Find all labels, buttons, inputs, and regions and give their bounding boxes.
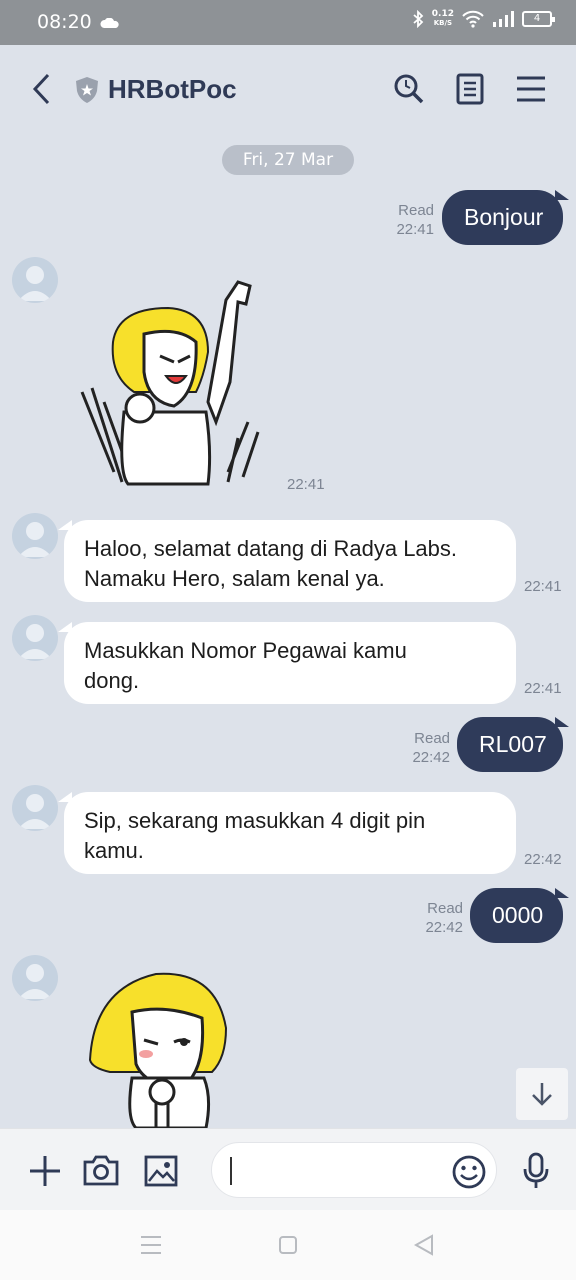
message-line: Sip, sekarang masukkan 4 digit pin [84, 808, 426, 833]
outgoing-message-bubble[interactable]: Bonjour [442, 190, 569, 245]
sticker-cheering-character[interactable] [78, 272, 264, 490]
system-navigation-bar [0, 1210, 576, 1280]
message-line: Masukkan Nomor Pegawai kamu [84, 638, 407, 663]
emoji-icon[interactable] [452, 1155, 486, 1189]
read-receipt: Read 22:42 [409, 899, 463, 937]
incoming-message-bubble[interactable]: Haloo, selamat datang di Radya Labs. Nam… [58, 520, 516, 602]
read-receipt: Read 22:41 [380, 201, 434, 239]
avatar[interactable] [12, 615, 58, 661]
camera-icon[interactable] [83, 1154, 119, 1186]
read-label: Read [398, 202, 434, 219]
status-bar: 08:20 0.12 KB/S 4 [0, 0, 576, 45]
avatar[interactable] [12, 513, 58, 559]
cloud-icon [100, 18, 119, 28]
outgoing-message-bubble[interactable]: RL007 [457, 717, 569, 772]
avatar[interactable] [12, 257, 58, 303]
status-time: 08:20 [37, 11, 92, 33]
message-time: 22:41 [396, 221, 434, 238]
page-title: HRBotPoc [108, 74, 237, 104]
read-label: Read [427, 900, 463, 917]
message-time: 22:42 [524, 851, 562, 868]
message-time: 22:41 [524, 578, 562, 595]
wifi-icon [462, 10, 484, 28]
net-speed-value: 0.12 [431, 9, 454, 19]
outgoing-message-bubble[interactable]: 0000 [470, 888, 569, 943]
net-speed: 0.12 KB/S [432, 10, 454, 28]
message-input[interactable] [211, 1142, 497, 1198]
hamburger-menu-icon[interactable] [516, 75, 546, 103]
plus-icon[interactable] [28, 1154, 62, 1188]
incoming-message-bubble[interactable]: Sip, sekarang masukkan 4 digit pin kamu. [58, 792, 516, 874]
message-line: Namaku Hero, salam kenal ya. [84, 566, 385, 591]
message-time: 22:42 [425, 919, 463, 936]
net-speed-unit: KB/S [433, 19, 453, 27]
message-line: Haloo, selamat datang di Radya Labs. [84, 536, 458, 561]
microphone-icon[interactable] [522, 1152, 550, 1190]
date-separator: Fri, 27 Mar [222, 145, 354, 175]
recent-apps-icon[interactable] [140, 1235, 162, 1255]
avatar-silhouette-icon [18, 964, 52, 999]
scroll-to-bottom-button[interactable] [516, 1068, 568, 1120]
avatar-silhouette-icon [18, 624, 52, 659]
notes-icon[interactable] [456, 73, 484, 105]
read-label: Read [414, 730, 450, 747]
message-time: 22:42 [412, 749, 450, 766]
arrow-down-icon [532, 1083, 552, 1106]
shield-icon [76, 77, 98, 103]
signal-icon [493, 11, 514, 27]
incoming-message-bubble[interactable]: Masukkan Nomor Pegawai kamu dong. [58, 622, 516, 704]
message-time: 22:41 [287, 476, 325, 493]
avatar[interactable] [12, 785, 58, 831]
home-icon[interactable] [278, 1235, 298, 1255]
avatar[interactable] [12, 955, 58, 1001]
avatar-silhouette-icon [18, 522, 52, 557]
battery-indicator: 4 [522, 11, 555, 27]
avatar-silhouette-icon [18, 794, 52, 829]
message-time: 22:41 [524, 680, 562, 697]
text-caret [230, 1157, 232, 1185]
chat-header: HRBotPoc [0, 45, 576, 133]
search-icon[interactable] [393, 73, 425, 105]
image-icon[interactable] [144, 1155, 178, 1187]
message-line: dong. [84, 668, 140, 693]
read-receipt: Read 22:42 [396, 729, 450, 767]
bluetooth-icon [413, 10, 424, 28]
sticker-winking-character[interactable] [86, 968, 236, 1128]
chevron-left-icon[interactable] [30, 73, 54, 105]
avatar-silhouette-icon [18, 266, 52, 301]
battery-level: 4 [533, 13, 541, 24]
back-nav-icon[interactable] [413, 1234, 435, 1256]
message-input-bar [0, 1128, 576, 1210]
message-line: kamu. [84, 838, 144, 863]
